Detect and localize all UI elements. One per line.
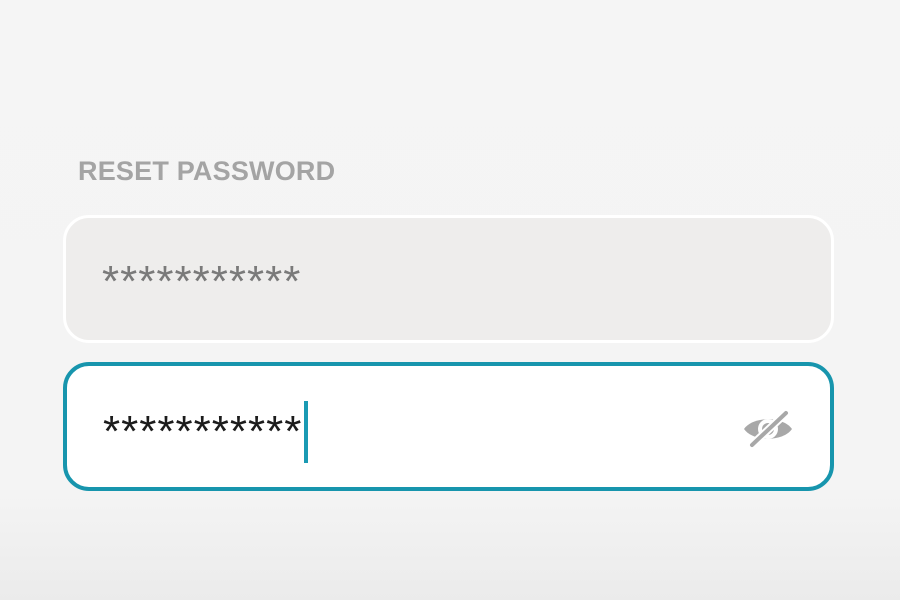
section-title: RESET PASSWORD [78,156,336,186]
new-password-field[interactable]: *********** [63,362,834,491]
current-password-field[interactable]: *********** [63,215,834,343]
new-password-value: *********** [103,407,303,456]
new-password-text-wrapper: *********** [103,401,309,463]
text-cursor [304,401,309,463]
current-password-value: *********** [102,257,302,306]
toggle-visibility-button[interactable] [740,410,796,448]
eye-slash-icon [744,410,792,448]
